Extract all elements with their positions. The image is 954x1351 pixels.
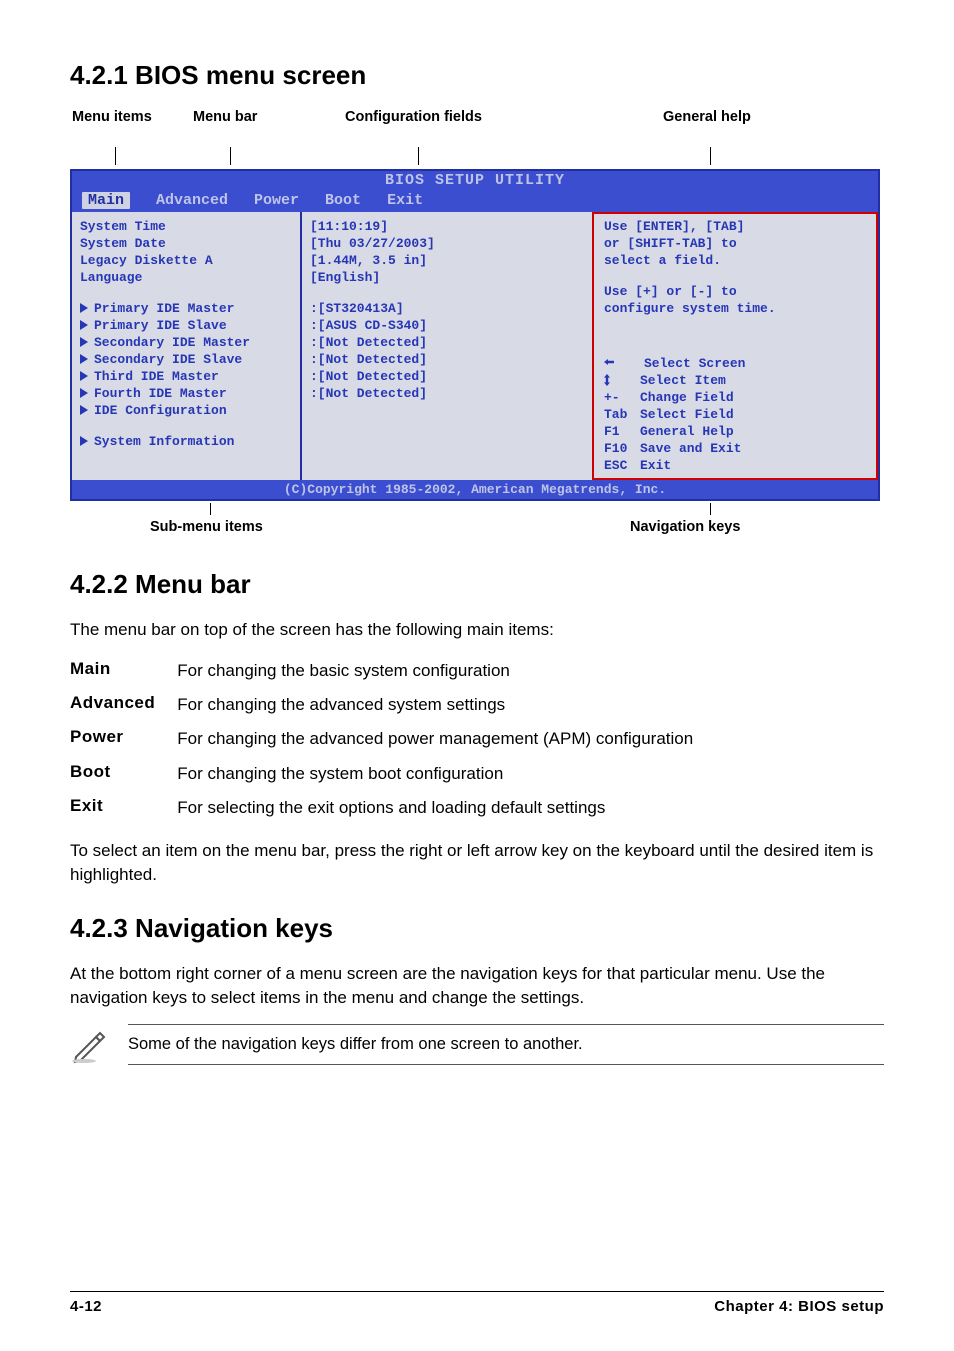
- def-row-main: Main For changing the basic system confi…: [70, 654, 693, 688]
- nav-general-help: General Help: [640, 424, 734, 439]
- row-legacy-diskette[interactable]: Legacy Diskette A: [80, 252, 294, 269]
- nav-select-screen: Select Screen: [644, 356, 745, 371]
- diagram-top-labels: Menu items Menu bar Configuration fields…: [70, 109, 884, 147]
- lbl-menu-items: Menu items: [72, 109, 152, 125]
- bios-title: BIOS SETUP UTILITY: [72, 171, 878, 190]
- section-heading-423: 4.2.3 Navigation keys: [70, 913, 884, 944]
- nav-key-plusminus: +-: [604, 389, 640, 406]
- def-desc-exit: For selecting the exit options and loadi…: [177, 791, 693, 825]
- row-secondary-slave[interactable]: Secondary IDE Slave: [80, 351, 294, 368]
- note-text: Some of the navigation keys differ from …: [128, 1024, 884, 1065]
- navkeys-para: At the bottom right corner of a menu scr…: [70, 962, 884, 1010]
- val-legacy: [1.44M, 3.5 in]: [310, 252, 588, 269]
- bios-copyright: (C)Copyright 1985-2002, American Megatre…: [72, 480, 878, 499]
- help-l4: Use [+] or [-] to: [604, 283, 870, 300]
- def-row-advanced: Advanced For changing the advanced syste…: [70, 688, 693, 722]
- bios-tab-exit[interactable]: Exit: [387, 192, 423, 209]
- def-desc-main: For changing the basic system configurat…: [177, 654, 693, 688]
- row-system-time[interactable]: System Time: [80, 218, 294, 235]
- row-system-date[interactable]: System Date: [80, 235, 294, 252]
- help-l5: configure system time.: [604, 300, 870, 317]
- bios-left-pane: System Time System Date Legacy Diskette …: [72, 212, 302, 480]
- def-row-exit: Exit For selecting the exit options and …: [70, 791, 693, 825]
- lbl-submenu: Sub-menu items: [150, 519, 263, 535]
- bios-tab-power[interactable]: Power: [254, 192, 299, 209]
- nav-exit: Exit: [640, 458, 671, 473]
- diagram-bottom-labels: Sub-menu items Navigation keys: [70, 503, 884, 543]
- menubar-outro: To select an item on the menu bar, press…: [70, 839, 884, 887]
- bios-mid-pane: [11:10:19] [Thu 03/27/2003] [1.44M, 3.5 …: [302, 212, 592, 480]
- def-row-boot: Boot For changing the system boot config…: [70, 757, 693, 791]
- row-language[interactable]: Language: [80, 269, 294, 286]
- val-sec-master: :[Not Detected]: [310, 334, 588, 351]
- lbl-navkeys: Navigation keys: [630, 519, 740, 535]
- def-term-main: Main: [70, 654, 177, 688]
- nav-save-exit: Save and Exit: [640, 441, 741, 456]
- nav-select-field: Select Field: [640, 407, 734, 422]
- bios-tab-advanced[interactable]: Advanced: [156, 192, 228, 209]
- bios-tab-boot[interactable]: Boot: [325, 192, 361, 209]
- bios-menubar: Main Advanced Power Boot Exit: [72, 190, 878, 212]
- nav-key-f1: F1: [604, 423, 640, 440]
- bios-screenshot: BIOS SETUP UTILITY Main Advanced Power B…: [70, 169, 880, 501]
- nav-select-item: Select Item: [640, 373, 726, 388]
- val-pri-master: :[ST320413A]: [310, 300, 588, 317]
- nav-key-f10: F10: [604, 440, 640, 457]
- val-sec-slave: :[Not Detected]: [310, 351, 588, 368]
- help-l2: or [SHIFT-TAB] to: [604, 235, 870, 252]
- val-time: [11:10:19]: [310, 218, 588, 235]
- nav-change-field: Change Field: [640, 390, 734, 405]
- def-desc-power: For changing the advanced power manageme…: [177, 722, 693, 756]
- val-date: [Thu 03/27/2003]: [310, 235, 588, 252]
- help-l3: select a field.: [604, 252, 870, 269]
- menubar-intro: The menu bar on top of the screen has th…: [70, 618, 884, 642]
- arrow-updown-icon: [604, 373, 618, 388]
- row-primary-master[interactable]: Primary IDE Master: [80, 300, 294, 317]
- def-row-power: Power For changing the advanced power ma…: [70, 722, 693, 756]
- lbl-config-fields: Configuration fields: [345, 109, 482, 125]
- def-desc-boot: For changing the system boot configurati…: [177, 757, 693, 791]
- bios-tab-main[interactable]: Main: [82, 192, 130, 209]
- nav-key-esc: ESC: [604, 457, 640, 474]
- page-footer: 4-12 Chapter 4: BIOS setup: [70, 1291, 884, 1315]
- lbl-menu-bar: Menu bar: [193, 109, 257, 125]
- row-primary-slave[interactable]: Primary IDE Slave: [80, 317, 294, 334]
- footer-chapter: Chapter 4: BIOS setup: [714, 1298, 884, 1315]
- diagram-top-ticks: [70, 147, 884, 169]
- section-heading-421: 4.2.1 BIOS menu screen: [70, 60, 884, 91]
- row-ide-config[interactable]: IDE Configuration: [80, 402, 294, 419]
- bios-nav-hints: Select Screen Select Item +-Change Field…: [604, 355, 870, 474]
- footer-page: 4-12: [70, 1298, 102, 1315]
- bios-help-pane: Use [ENTER], [TAB] or [SHIFT-TAB] to sel…: [592, 212, 878, 480]
- pencil-icon: [70, 1025, 110, 1065]
- help-l1: Use [ENTER], [TAB]: [604, 218, 870, 235]
- lbl-general-help: General help: [663, 109, 751, 125]
- val-pri-slave: :[ASUS CD-S340]: [310, 317, 588, 334]
- def-term-advanced: Advanced: [70, 688, 177, 722]
- val-third-master: :[Not Detected]: [310, 368, 588, 385]
- row-system-info[interactable]: System Information: [80, 433, 294, 450]
- row-secondary-master[interactable]: Secondary IDE Master: [80, 334, 294, 351]
- val-fourth-master: :[Not Detected]: [310, 385, 588, 402]
- arrow-left-icon: [604, 356, 618, 371]
- def-desc-advanced: For changing the advanced system setting…: [177, 688, 693, 722]
- row-third-master[interactable]: Third IDE Master: [80, 368, 294, 385]
- row-fourth-master[interactable]: Fourth IDE Master: [80, 385, 294, 402]
- nav-key-tab: Tab: [604, 406, 640, 423]
- val-lang: [English]: [310, 269, 588, 286]
- section-heading-422: 4.2.2 Menu bar: [70, 569, 884, 600]
- def-term-power: Power: [70, 722, 177, 756]
- def-term-exit: Exit: [70, 791, 177, 825]
- menubar-def-list: Main For changing the basic system confi…: [70, 654, 693, 825]
- def-term-boot: Boot: [70, 757, 177, 791]
- note-row: Some of the navigation keys differ from …: [70, 1024, 884, 1065]
